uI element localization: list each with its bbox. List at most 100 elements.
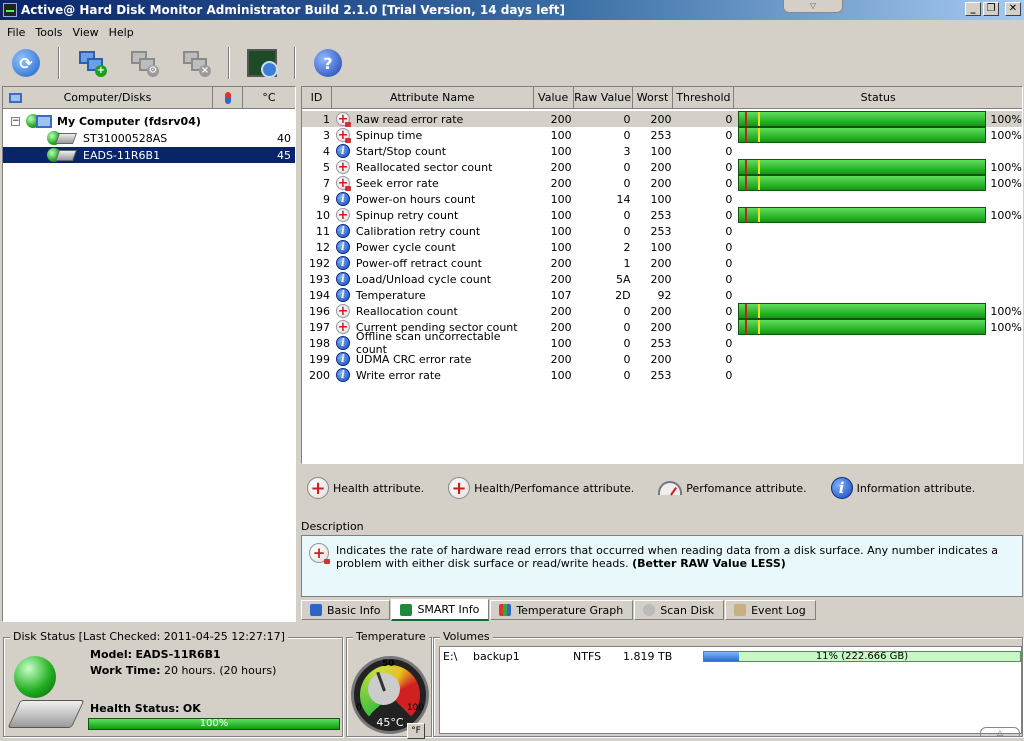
attr-id: 10 bbox=[315, 208, 330, 222]
attr-id: 3 bbox=[322, 128, 330, 142]
remove-computer-button[interactable]: × bbox=[176, 44, 216, 82]
attr-worst: 253 bbox=[650, 128, 672, 142]
col-raw-value[interactable]: Raw Value bbox=[574, 87, 633, 108]
attr-value: 100 bbox=[550, 144, 572, 158]
smart-row[interactable]: 3 + Spinup time 100 0 253 0 100% bbox=[302, 127, 1022, 143]
panel-splitter[interactable] bbox=[297, 86, 300, 622]
magnifier-icon bbox=[643, 604, 656, 616]
tree-disk-selected[interactable]: EADS-11R6B1 45 bbox=[3, 147, 295, 163]
collapse-handle[interactable]: ▽ bbox=[783, 0, 843, 13]
attr-id: 196 bbox=[308, 304, 330, 318]
information-attribute-icon: i bbox=[335, 272, 350, 286]
attr-type: i bbox=[332, 287, 354, 303]
close-button[interactable]: ✕ bbox=[1005, 2, 1021, 16]
refresh-button[interactable]: ⟳ bbox=[6, 44, 46, 82]
smart-row[interactable]: 12 i Power cycle count 100 2 100 0 bbox=[302, 239, 1022, 255]
tab-scan-disk[interactable]: Scan Disk bbox=[634, 600, 725, 620]
attr-raw-value: 0 bbox=[623, 112, 631, 126]
help-button[interactable]: ? bbox=[308, 44, 348, 82]
col-worst[interactable]: Worst bbox=[633, 87, 674, 108]
attr-value: 100 bbox=[550, 128, 572, 142]
smart-row[interactable]: 194 i Temperature 107 2D 92 0 bbox=[302, 287, 1022, 303]
menu-view[interactable]: View bbox=[68, 26, 104, 39]
menu-help[interactable]: Help bbox=[104, 26, 139, 39]
information-attribute-icon: i bbox=[335, 288, 350, 302]
attr-id: 194 bbox=[308, 288, 330, 302]
col-attribute-name[interactable]: Attribute Name bbox=[332, 87, 534, 108]
attr-status bbox=[734, 143, 1022, 159]
tab-temperature-graph[interactable]: Temperature Graph bbox=[490, 600, 634, 620]
legend-health-label: Health attribute. bbox=[333, 481, 425, 495]
smart-row[interactable]: 5 + Reallocated sector count 200 0 200 0 100% bbox=[302, 159, 1022, 175]
attr-threshold: 0 bbox=[725, 128, 733, 142]
attr-name: Temperature bbox=[355, 288, 426, 302]
options-icon bbox=[247, 49, 278, 78]
attr-type: i bbox=[332, 271, 354, 287]
expand-handle[interactable]: △ bbox=[980, 727, 1020, 737]
smart-row[interactable]: 10 + Spinup retry count 100 0 253 0 100% bbox=[302, 207, 1022, 223]
model-line: Model: EADS-11R6B1 bbox=[90, 648, 221, 661]
tree-computer[interactable]: − My Computer (fdsrv04) bbox=[3, 113, 295, 129]
restore-button[interactable]: ❐ bbox=[983, 2, 999, 16]
attr-raw-value: 5A bbox=[616, 272, 631, 286]
smart-info-icon bbox=[400, 603, 413, 616]
col-status[interactable]: Status bbox=[734, 87, 1022, 108]
smart-row[interactable]: 199 i UDMA CRC error rate 200 0 200 0 bbox=[302, 351, 1022, 367]
tab-event-log[interactable]: Event Log bbox=[725, 600, 816, 620]
status-percent: 100% bbox=[990, 320, 1022, 334]
options-button[interactable] bbox=[242, 44, 282, 82]
smart-row[interactable]: 9 i Power-on hours count 100 14 100 0 bbox=[302, 191, 1022, 207]
attr-status bbox=[734, 223, 1022, 239]
attr-worst: 253 bbox=[650, 224, 672, 238]
col-computer-disks[interactable]: Computer/Disks bbox=[3, 87, 213, 108]
attr-status bbox=[734, 367, 1022, 383]
attr-threshold: 0 bbox=[725, 240, 733, 254]
menu-tools[interactable]: Tools bbox=[30, 26, 67, 39]
smart-row[interactable]: 193 i Load/Unload cycle count 200 5A 200 0 bbox=[302, 271, 1022, 287]
attr-value: 200 bbox=[550, 176, 572, 190]
smart-row[interactable]: 4 i Start/Stop count 100 3 100 0 bbox=[302, 143, 1022, 159]
volume-row[interactable]: E:\ backup1 NTFS 1.819 TB 11% (222.666 G… bbox=[440, 647, 1021, 665]
fahrenheit-toggle[interactable]: °F bbox=[407, 723, 425, 739]
tree-disk[interactable]: ST31000528AS 40 bbox=[3, 130, 295, 146]
attr-id: 1 bbox=[322, 112, 330, 126]
attr-type: i bbox=[332, 367, 354, 383]
information-attribute-icon: i bbox=[335, 336, 350, 350]
tab-smart-info[interactable]: SMART Info bbox=[391, 599, 490, 621]
attr-type: i bbox=[332, 239, 354, 255]
attr-id: 4 bbox=[322, 144, 330, 158]
smart-row[interactable]: 198 i Offline scan uncorrectable count 100 0… bbox=[302, 330, 1022, 356]
smart-row[interactable]: 192 i Power-off retract count 200 1 200 0 bbox=[302, 255, 1022, 271]
attr-threshold: 0 bbox=[725, 208, 733, 222]
menu-file[interactable]: File bbox=[2, 26, 30, 39]
smart-row[interactable]: 11 i Calibration retry count 100 0 253 0 bbox=[302, 223, 1022, 239]
app-icon bbox=[3, 3, 17, 17]
computer-settings-icon: ⚙ bbox=[129, 49, 159, 77]
attr-value: 100 bbox=[550, 368, 572, 382]
computer-name: My Computer (fdsrv04) bbox=[57, 114, 201, 128]
attr-status: 100% bbox=[734, 159, 1022, 175]
col-temperature[interactable]: °C bbox=[243, 91, 295, 104]
collapse-icon[interactable]: − bbox=[11, 116, 20, 126]
attr-type: + bbox=[332, 207, 354, 223]
attr-threshold: 0 bbox=[725, 256, 733, 270]
status-percent: 100% bbox=[990, 128, 1022, 142]
smart-row[interactable]: 196 + Reallocation count 200 0 200 0 100% bbox=[302, 303, 1022, 319]
col-value[interactable]: Value bbox=[534, 87, 574, 108]
attr-worst: 253 bbox=[650, 336, 672, 350]
col-id[interactable]: ID bbox=[302, 87, 332, 108]
attr-status bbox=[734, 351, 1022, 367]
minimize-button[interactable]: _ bbox=[965, 2, 981, 16]
attr-threshold: 0 bbox=[725, 144, 733, 158]
attr-status bbox=[734, 287, 1022, 303]
disk-name: ST31000528AS bbox=[83, 131, 168, 145]
add-computer-button[interactable]: + bbox=[72, 44, 112, 82]
smart-row[interactable]: 7 + Seek error rate 200 0 200 0 100% bbox=[302, 175, 1022, 191]
computer-settings-button[interactable]: ⚙ bbox=[124, 44, 164, 82]
attr-raw-value: 0 bbox=[623, 320, 631, 334]
col-thermometer[interactable] bbox=[213, 87, 243, 108]
col-threshold[interactable]: Threshold bbox=[673, 87, 735, 108]
tab-basic-info[interactable]: Basic Info bbox=[301, 600, 391, 620]
smart-row[interactable]: 1 + Raw read error rate 200 0 200 0 100% bbox=[302, 111, 1022, 127]
smart-row[interactable]: 200 i Write error rate 100 0 253 0 bbox=[302, 367, 1022, 383]
